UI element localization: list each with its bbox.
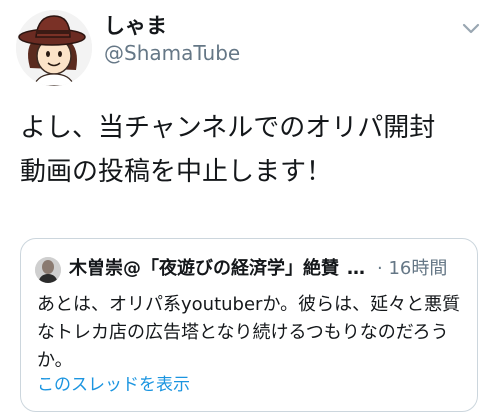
author-display-name[interactable]: しゃま — [104, 12, 167, 40]
quoted-tweet-timestamp: · 16時間 — [377, 258, 448, 279]
author-handle[interactable]: @ShamaTube — [104, 40, 240, 66]
quoted-author-avatar — [35, 257, 61, 283]
more-options-button[interactable] — [456, 14, 486, 44]
tweet: しゃま @ShamaTube よし、当チャンネルでのオリパ開封 動画の投稿を中止… — [0, 0, 500, 419]
quoted-avatar-photo — [35, 257, 61, 283]
tweet-text: よし、当チャンネルでのオリパ開封 動画の投稿を中止します！ — [20, 113, 436, 187]
quoted-tweet-card[interactable]: 木曽崇@「夜遊びの経済学」絶賛 … · 16時間 あとは、オリパ系youtube… — [20, 238, 478, 412]
author-avatar[interactable] — [16, 10, 92, 86]
quoted-tweet-text: あとは、オリパ系youtuberか。彼らは、延々と悪質なトレカ店の広告塔となり続… — [37, 294, 461, 371]
quoted-author-name: 木曽崇@「夜遊びの経済学」絶賛 — [69, 258, 339, 279]
chevron-down-icon — [462, 23, 480, 34]
avatar-illustration — [16, 10, 92, 86]
quoted-author-name-ellipsis: … — [347, 258, 365, 279]
show-thread-link[interactable]: このスレッドを表示 — [37, 372, 190, 398]
